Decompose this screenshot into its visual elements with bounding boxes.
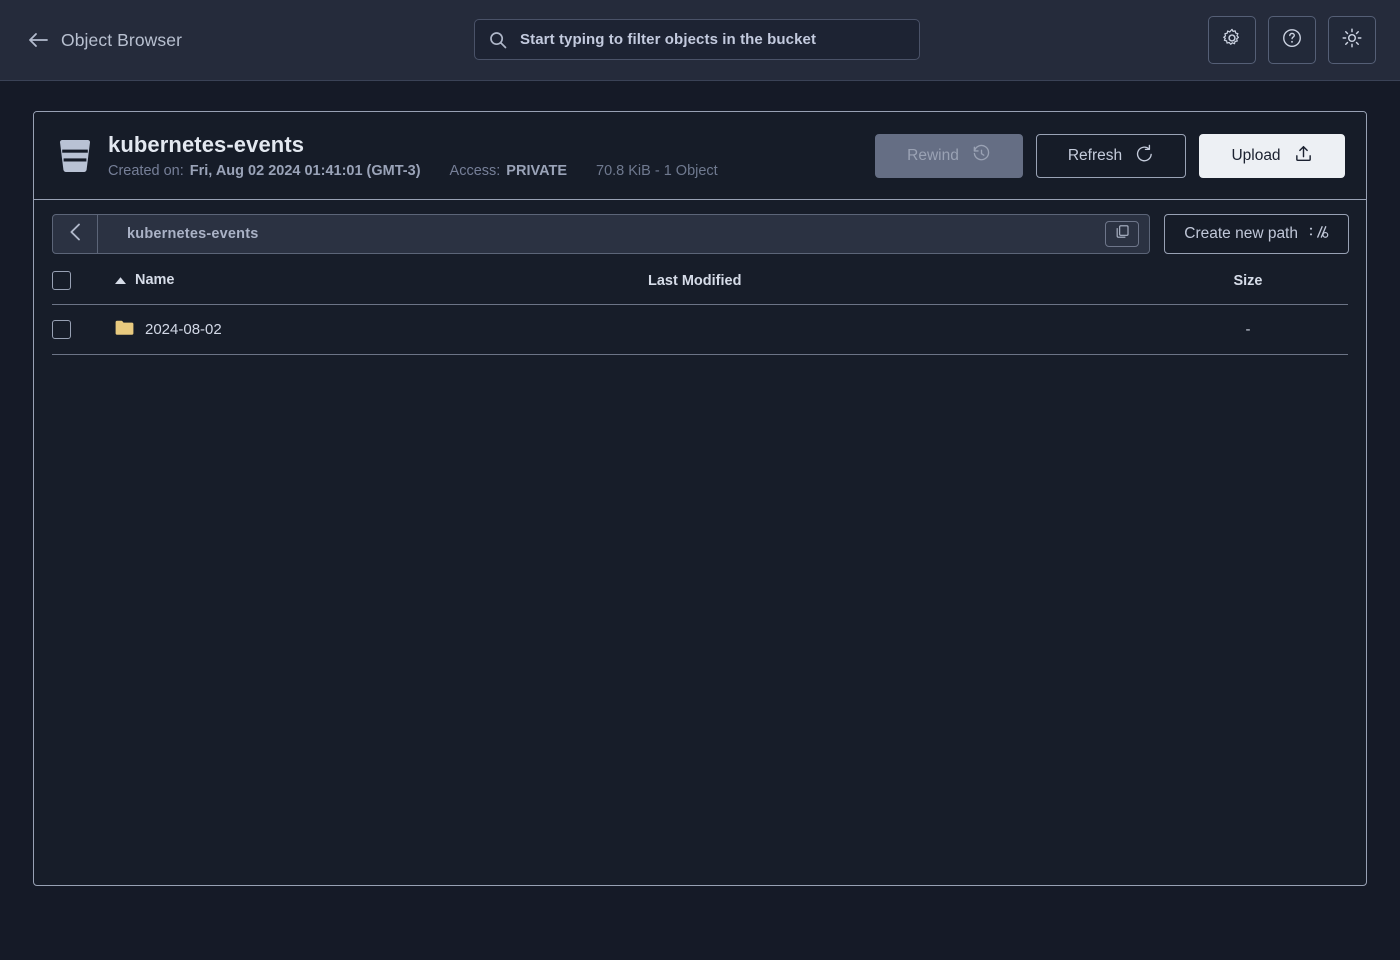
- row-size-cell: -: [1148, 305, 1348, 355]
- column-header-size[interactable]: Size: [1148, 265, 1348, 305]
- chevron-left-icon: [68, 222, 83, 247]
- created-label: Created on:: [108, 163, 184, 179]
- access-value: PRIVATE: [506, 163, 567, 179]
- access-label: Access:: [450, 163, 501, 179]
- copy-icon: [1115, 224, 1130, 244]
- path-toolbar: kubernetes-events Create new path: [34, 200, 1366, 265]
- row-name-label: 2024-08-02: [145, 321, 222, 338]
- row-name-cell[interactable]: 2024-08-02: [114, 305, 648, 355]
- upload-button[interactable]: Upload: [1199, 134, 1345, 178]
- folder-icon: [114, 319, 134, 340]
- select-all-header: [52, 265, 114, 305]
- settings-button[interactable]: [1208, 16, 1256, 64]
- table-header-row: Name Last Modified Size: [52, 265, 1348, 305]
- arrow-left-icon: [28, 30, 48, 50]
- create-new-path-label: Create new path: [1184, 225, 1298, 243]
- created-value: Fri, Aug 02 2024 01:41:01 (GMT-3): [190, 163, 421, 179]
- back-to-object-browser[interactable]: Object Browser: [28, 30, 182, 51]
- refresh-button-label: Refresh: [1068, 147, 1122, 165]
- search-icon: [489, 31, 507, 49]
- rewind-button-label: Rewind: [907, 147, 959, 165]
- rewind-button[interactable]: Rewind: [875, 134, 1023, 178]
- table-row[interactable]: 2024-08-02 -: [52, 305, 1348, 355]
- help-button[interactable]: [1268, 16, 1316, 64]
- app-topbar: Object Browser: [0, 0, 1400, 81]
- object-filter-search[interactable]: [474, 19, 920, 60]
- bucket-icon: [57, 137, 93, 175]
- bucket-name: kubernetes-events: [108, 132, 718, 158]
- refresh-button[interactable]: Refresh: [1036, 134, 1186, 178]
- create-new-path-button[interactable]: Create new path: [1164, 214, 1349, 254]
- sun-icon: [1341, 27, 1363, 54]
- refresh-icon: [1135, 144, 1154, 168]
- breadcrumb-path[interactable]: kubernetes-events: [98, 215, 1105, 253]
- row-checkbox[interactable]: [52, 320, 71, 339]
- bucket-actions: Rewind Refresh: [875, 134, 1345, 178]
- select-all-checkbox[interactable]: [52, 271, 71, 290]
- row-last-modified-cell: [648, 305, 1148, 355]
- upload-icon: [1294, 144, 1313, 168]
- objects-table: Name Last Modified Size: [52, 265, 1348, 355]
- row-select-cell: [52, 305, 114, 355]
- bucket-meta: kubernetes-events Created on: Fri, Aug 0…: [108, 132, 718, 179]
- page-body: kubernetes-events Created on: Fri, Aug 0…: [0, 81, 1400, 886]
- theme-toggle-button[interactable]: [1328, 16, 1376, 64]
- breadcrumb-bar: kubernetes-events: [52, 214, 1150, 254]
- objects-table-head: Name Last Modified Size: [52, 265, 1348, 305]
- question-circle-icon: [1281, 27, 1303, 54]
- gear-icon: [1221, 27, 1243, 54]
- caret-up-icon: [114, 276, 127, 285]
- rewind-clock-icon: [972, 144, 991, 168]
- copy-path-button[interactable]: [1105, 221, 1139, 247]
- bucket-header: kubernetes-events Created on: Fri, Aug 0…: [34, 112, 1366, 200]
- search-input[interactable]: [520, 31, 905, 48]
- column-header-name-label: Name: [135, 272, 175, 288]
- upload-button-label: Upload: [1231, 147, 1280, 165]
- objects-table-body: 2024-08-02 -: [52, 305, 1348, 355]
- page-title: Object Browser: [61, 30, 182, 51]
- size-object-count: 70.8 KiB - 1 Object: [596, 163, 718, 179]
- breadcrumb-back-button[interactable]: [53, 215, 98, 253]
- topbar-actions: [1208, 16, 1376, 64]
- objects-table-area: Name Last Modified Size: [34, 265, 1366, 885]
- new-path-icon: [1309, 224, 1329, 245]
- row-size-label: -: [1246, 321, 1251, 338]
- column-header-size-label: Size: [1233, 273, 1262, 289]
- object-browser-card: kubernetes-events Created on: Fri, Aug 0…: [33, 111, 1367, 886]
- column-header-name[interactable]: Name: [114, 265, 648, 305]
- bucket-subinfo: Created on: Fri, Aug 02 2024 01:41:01 (G…: [108, 163, 718, 179]
- column-header-last-modified[interactable]: Last Modified: [648, 265, 1148, 305]
- column-header-last-modified-label: Last Modified: [648, 273, 741, 289]
